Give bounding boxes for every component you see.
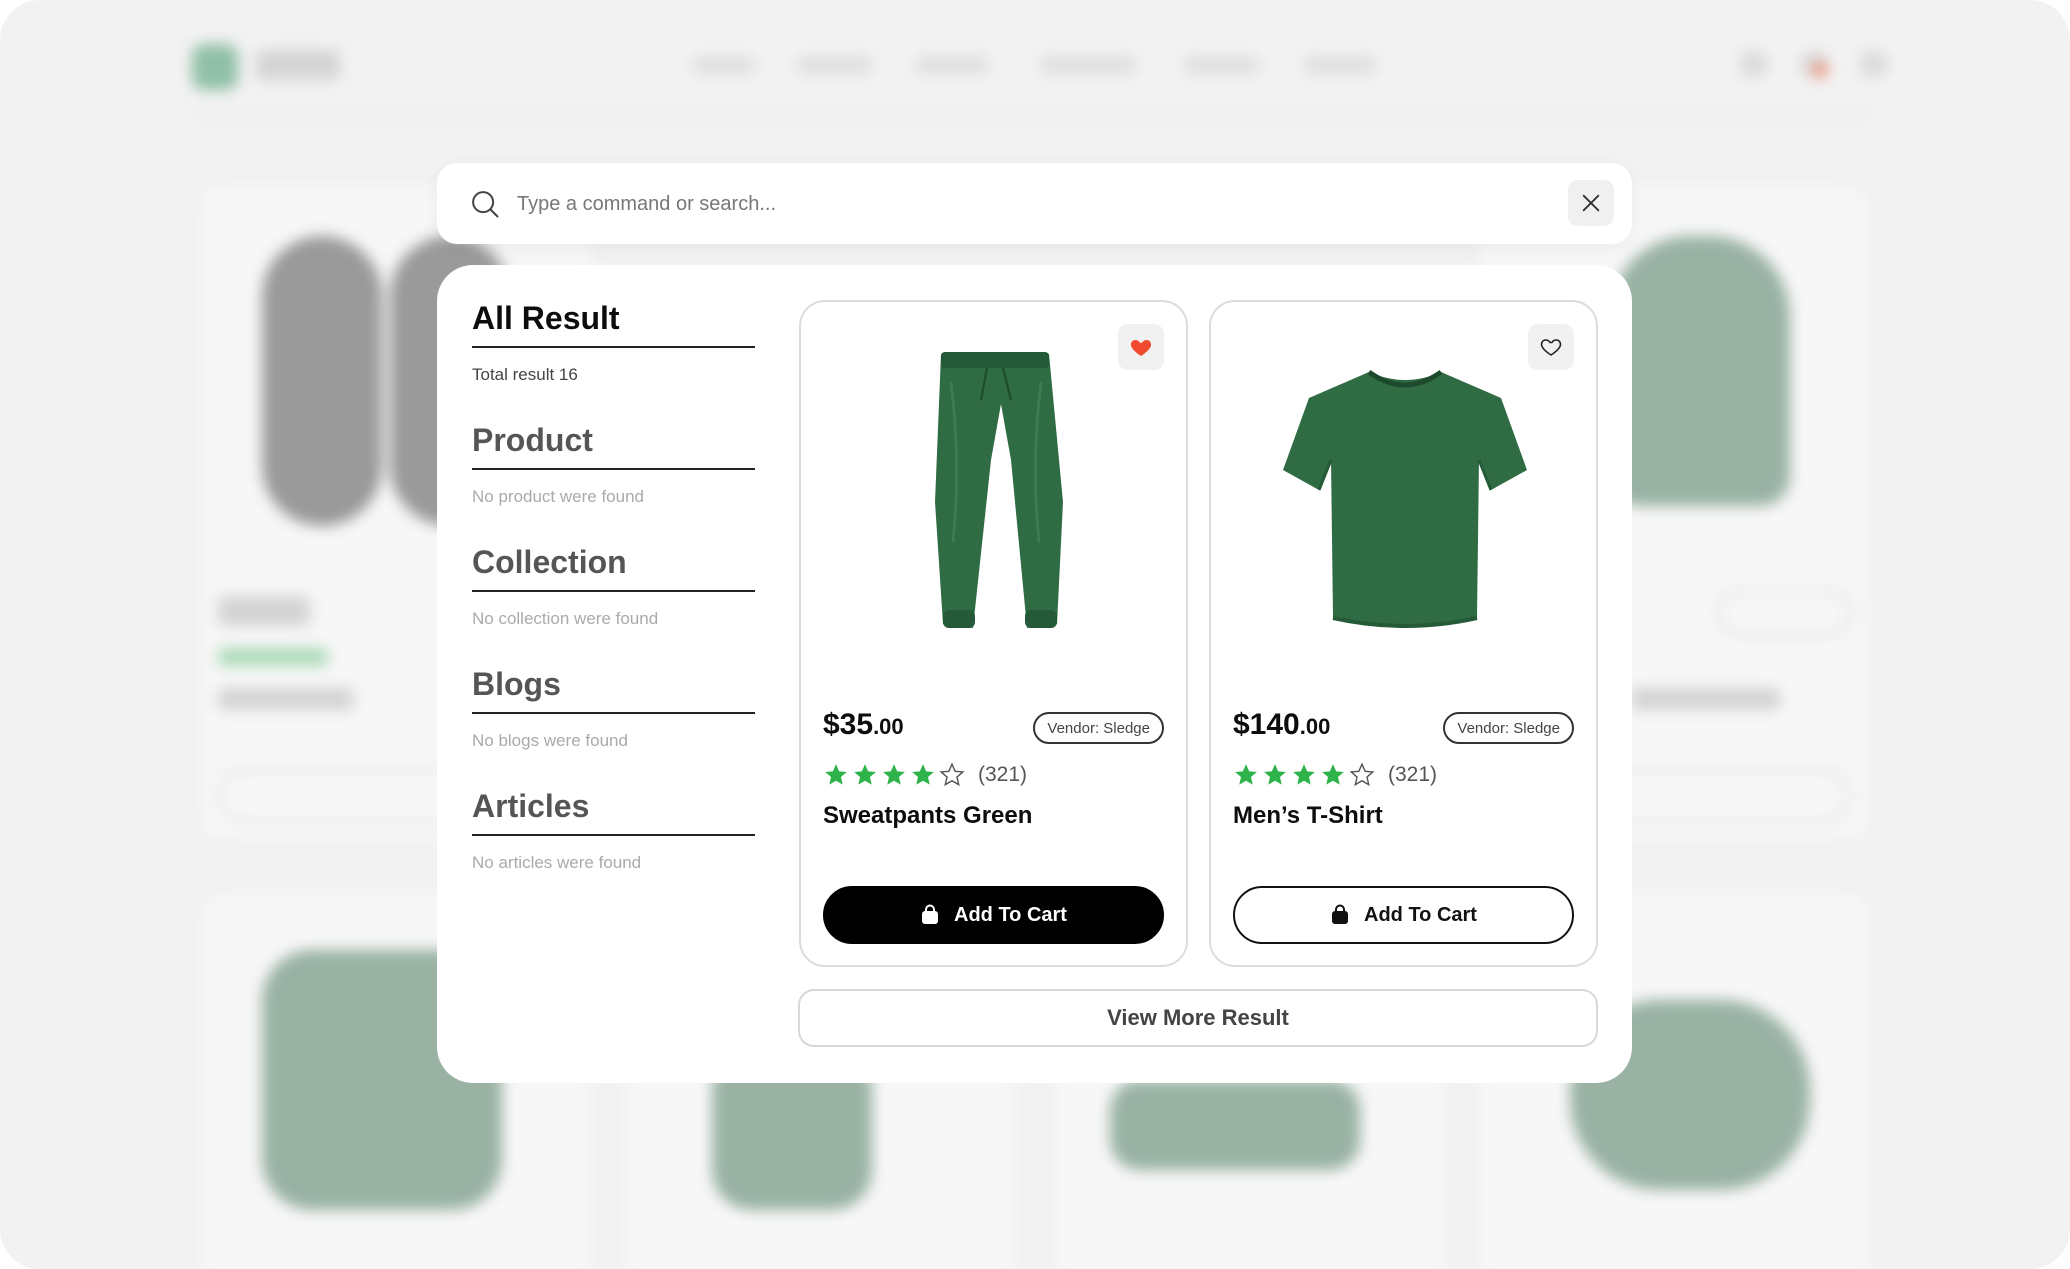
- background-nav-item: [1184, 56, 1258, 74]
- close-icon: [1582, 194, 1600, 212]
- background-nav-item: [1304, 56, 1376, 74]
- star-icon: [1293, 764, 1315, 785]
- category-product[interactable]: Product: [472, 422, 593, 459]
- add-to-cart-button[interactable]: Add To Cart: [1233, 886, 1574, 944]
- vendor-badge: Vendor: Sledge: [1033, 712, 1164, 744]
- category-blogs-status: No blogs were found: [472, 731, 628, 750]
- star-icon: [825, 764, 847, 785]
- category-all-result[interactable]: All Result: [472, 300, 620, 337]
- category-divider: [472, 346, 755, 348]
- category-collection[interactable]: Collection: [472, 544, 627, 581]
- search-icon: [472, 191, 499, 218]
- category-divider: [472, 834, 755, 836]
- star-icon: [883, 764, 905, 785]
- product-rating: (321): [823, 762, 1027, 788]
- tshirt-image: [1283, 369, 1527, 628]
- category-articles-status: No articles were found: [472, 853, 642, 872]
- review-count: (321): [1388, 763, 1438, 786]
- background-nav-item: [916, 56, 988, 74]
- category-articles[interactable]: Articles: [472, 788, 589, 825]
- app-frame: All Result Total result 16 Product No pr…: [0, 0, 2070, 1269]
- view-more-results-button[interactable]: View More Result: [798, 989, 1598, 1047]
- background-cart-badge: [1812, 62, 1828, 78]
- star-icon: [912, 764, 934, 785]
- background-title: [1630, 688, 1780, 710]
- product-card[interactable]: $35.00 Vendor: Sledge (321) Sweatpants G…: [799, 300, 1188, 967]
- product-price: $140.00: [1233, 708, 1331, 741]
- sweatpants-image: [935, 352, 1063, 628]
- vendor-badge: Vendor: Sledge: [1443, 712, 1574, 744]
- star-outline-icon: [1349, 762, 1375, 787]
- background-icon: [1860, 50, 1888, 78]
- background-brand: [256, 50, 340, 80]
- category-collection-status: No collection were found: [472, 609, 659, 628]
- star-icon: [1264, 764, 1286, 785]
- product-rating: (321): [1233, 762, 1437, 788]
- shopping-bag-icon: [1332, 904, 1349, 924]
- category-divider: [472, 712, 755, 714]
- category-all-result-count: Total result 16: [472, 365, 578, 384]
- background-nav-item: [694, 56, 754, 74]
- product-price: $35.00: [823, 708, 904, 741]
- product-name[interactable]: Sweatpants Green: [823, 802, 1032, 830]
- add-to-cart-button[interactable]: Add To Cart: [823, 886, 1164, 944]
- background-divider: [196, 112, 1872, 115]
- command-search-bar: [437, 163, 1632, 244]
- shopping-bag-icon: [922, 904, 939, 924]
- background-nav-item: [1040, 56, 1136, 74]
- background-price: [218, 596, 310, 626]
- star-outline-icon: [939, 762, 965, 787]
- star-icon: [1235, 764, 1257, 785]
- star-icon: [1322, 764, 1344, 785]
- background-nav-item: [798, 56, 872, 74]
- category-divider: [472, 468, 755, 470]
- add-to-cart-label: Add To Cart: [954, 903, 1067, 926]
- add-to-cart-label: Add To Cart: [1364, 903, 1477, 926]
- search-input[interactable]: [517, 181, 1497, 227]
- product-name[interactable]: Men’s T-Shirt: [1233, 802, 1383, 830]
- star-icon: [854, 764, 876, 785]
- review-count: (321): [978, 763, 1028, 786]
- background-logo: [192, 44, 238, 90]
- category-product-status: No product were found: [472, 487, 644, 506]
- background-product: [262, 236, 382, 526]
- background-title: [218, 688, 354, 710]
- category-blogs[interactable]: Blogs: [472, 666, 561, 703]
- close-search-button[interactable]: [1568, 180, 1614, 226]
- background-icon: [1740, 50, 1768, 78]
- product-card[interactable]: $140.00 Vendor: Sledge (321) Men’s T-Shi…: [1209, 300, 1598, 967]
- search-results-panel: All Result Total result 16 Product No pr…: [437, 265, 1632, 1083]
- background-product: [1110, 1080, 1360, 1170]
- background-stars: [218, 648, 328, 666]
- background-product: [1610, 236, 1790, 506]
- background-button: [1716, 590, 1852, 636]
- category-divider: [472, 590, 755, 592]
